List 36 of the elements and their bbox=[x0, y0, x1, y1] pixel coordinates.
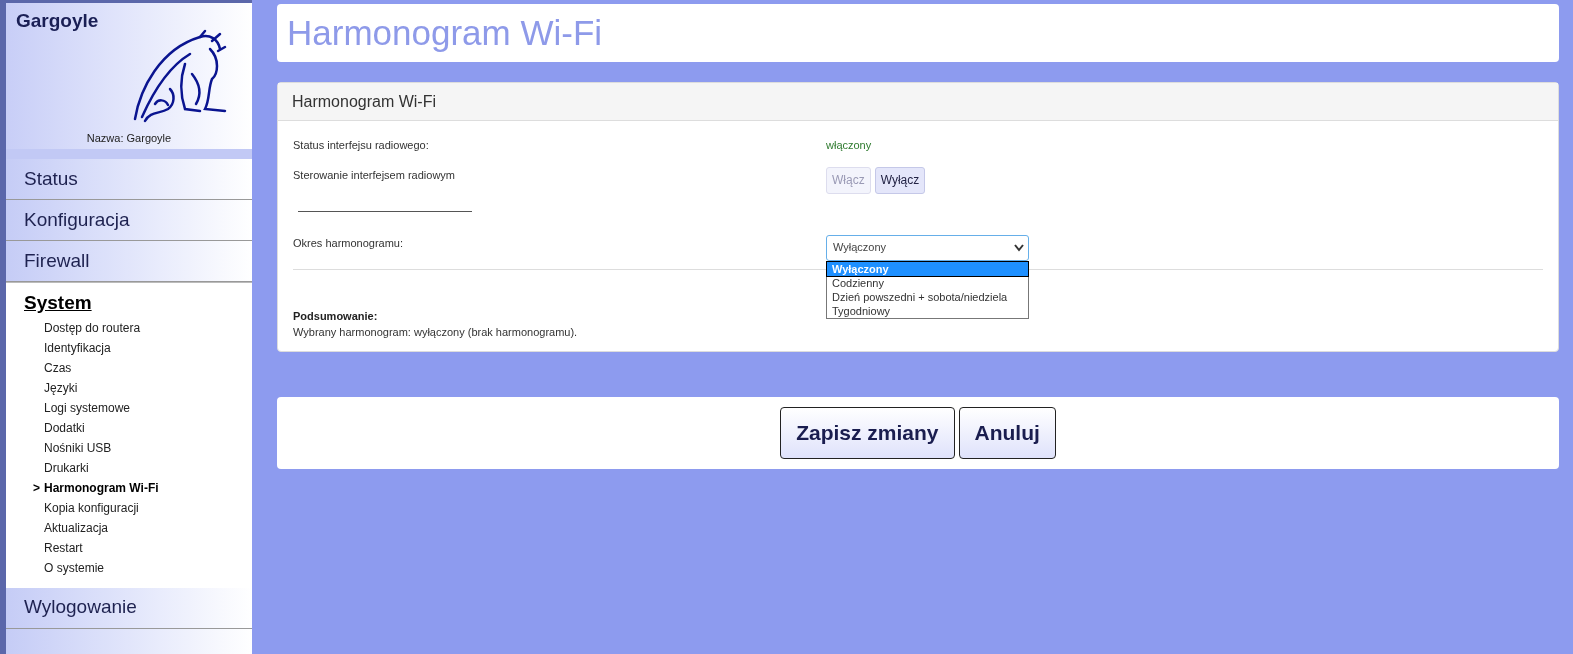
action-button[interactable]: Zapisz zmiany bbox=[780, 407, 955, 459]
page-title: Harmonogram Wi-Fi bbox=[287, 11, 603, 54]
sidebar-item[interactable]: Firewall bbox=[6, 241, 252, 282]
site-title: Gargoyle bbox=[16, 9, 99, 33]
status-value: włączony bbox=[826, 138, 872, 153]
sidebar-subitem[interactable]: Drukarki bbox=[44, 458, 89, 477]
sidebar-subitem[interactable]: Harmonogram Wi-Fi bbox=[44, 478, 159, 497]
field-label: Status interfejsu radiowego: bbox=[293, 138, 430, 153]
sidebar-subitem[interactable]: Logi systemowe bbox=[44, 398, 131, 417]
field-label: Okres harmonogramu: bbox=[293, 235, 405, 251]
sidebar-subitem[interactable]: Identyfikacja bbox=[44, 338, 111, 357]
summary-text: Wybrany harmonogram: wyłączony (brak harmonogramu). bbox=[293, 325, 578, 340]
sidebar-subitem[interactable]: Czas bbox=[44, 358, 72, 377]
dropdown-option[interactable]: Tygodniowy bbox=[827, 303, 1028, 318]
dropdown-option[interactable]: Dzień powszedni + sobota/niedziela bbox=[827, 289, 1028, 304]
sidebar-item[interactable]: Status bbox=[6, 159, 252, 200]
sidebar-subitem[interactable]: Języki bbox=[44, 378, 78, 397]
sidebar-subitem[interactable]: Dodatki bbox=[44, 418, 85, 437]
sidebar-item[interactable]: Konfiguracja bbox=[6, 200, 252, 241]
panel-heading: Harmonogram Wi-Fi bbox=[278, 83, 1558, 121]
caret-icon bbox=[1014, 243, 1024, 252]
current-marker: > bbox=[33, 480, 40, 495]
sidebar-subitem[interactable]: Restart bbox=[44, 538, 83, 557]
sidebar-subitem[interactable]: Dostęp do routera bbox=[44, 318, 141, 337]
dropdown-option[interactable]: Codzienny bbox=[827, 275, 1028, 290]
sidebar-subitem[interactable]: Nośniki USB bbox=[44, 438, 112, 457]
sidebar-item[interactable]: Wylogowanie bbox=[6, 587, 252, 629]
router-name: Nazwa: Gargoyle bbox=[85, 131, 173, 146]
toggle-button[interactable]: Wyłącz bbox=[874, 166, 926, 194]
sidebar-subitem[interactable]: Kopia konfiguracji bbox=[44, 498, 139, 517]
sidebar-subitem[interactable]: Aktualizacja bbox=[44, 518, 109, 537]
summary-title: Podsumowanie: bbox=[293, 308, 378, 324]
sidebar-item[interactable]: System bbox=[6, 283, 252, 318]
action-button[interactable]: Anuluj bbox=[958, 407, 1056, 459]
field-label: Sterowanie interfejsem radiowym bbox=[293, 167, 456, 183]
sidebar-subitem[interactable]: O systemie bbox=[44, 558, 104, 577]
